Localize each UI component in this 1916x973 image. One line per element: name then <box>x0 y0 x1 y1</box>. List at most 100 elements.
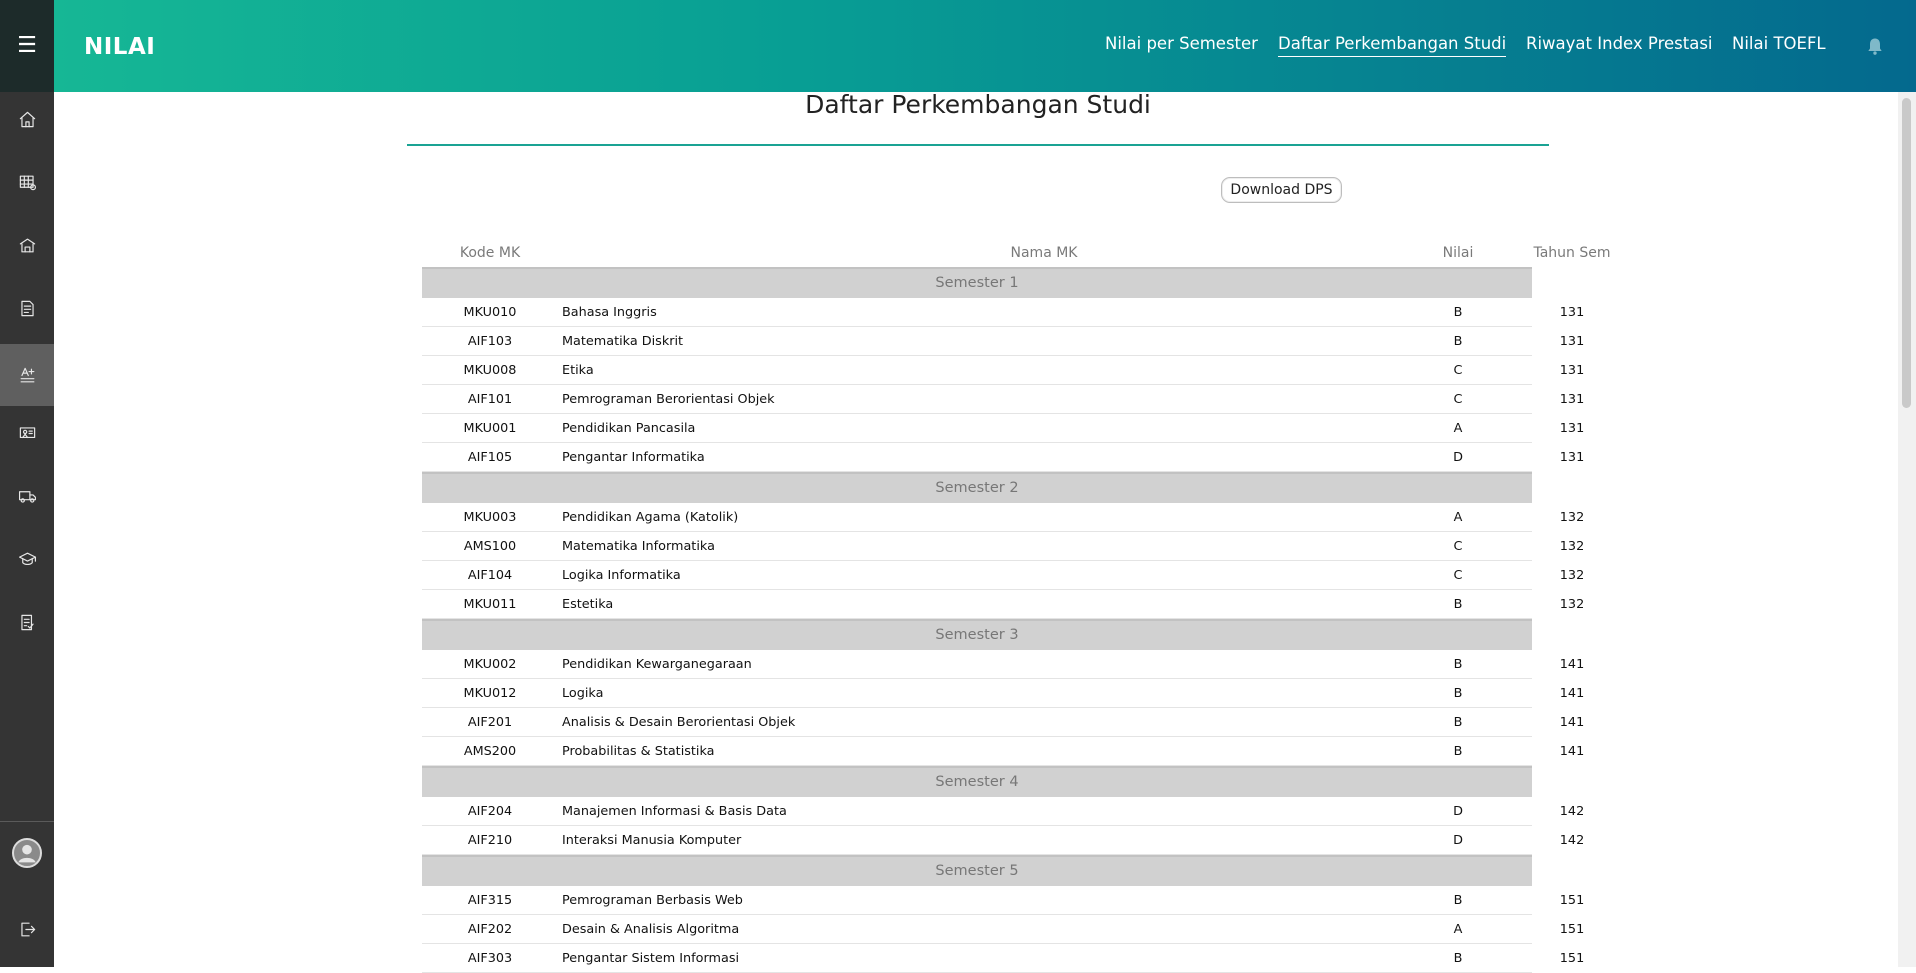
cell-nilai: B <box>1453 305 1463 320</box>
cell-tahun-sem: 142 <box>1559 804 1585 819</box>
cell-kode-mk: AIF210 <box>467 833 513 848</box>
menu-toggle-button[interactable]: ☰ <box>0 0 54 92</box>
sidebar-item-graduation[interactable] <box>0 528 54 590</box>
semester-header: Semester 2 <box>422 472 1532 503</box>
cell-kode-mk: AIF104 <box>467 568 513 583</box>
table-row: AMS200 Probabilitas & Statistika B 141 <box>422 737 1584 766</box>
cell-nilai: C <box>1453 363 1463 378</box>
user-avatar-icon <box>12 838 42 868</box>
table-row: AMS100 Matematika Informatika C 132 <box>422 532 1584 561</box>
cell-nilai: B <box>1453 951 1463 966</box>
cell-nama-mk: Pendidikan Agama (Katolik) <box>562 510 739 525</box>
scrollbar-thumb[interactable] <box>1902 98 1911 408</box>
cell-kode-mk: AIF202 <box>467 922 513 937</box>
header-nama-mk: Nama MK <box>1010 245 1078 261</box>
cell-kode-mk: MKU010 <box>463 305 517 320</box>
table-row: MKU001 Pendidikan Pancasila A 131 <box>422 414 1584 443</box>
table-row: AIF201 Analisis & Desain Berorientasi Obj… <box>422 708 1584 737</box>
sidebar-item-building[interactable] <box>0 214 54 276</box>
table-body: Semester 1 MKU010 Bahasa Inggris B 131 AIF103… <box>422 267 1584 973</box>
header-tahun-sem: Tahun Sem <box>1533 245 1611 261</box>
download-dps-button[interactable]: Download DPS <box>1221 177 1342 203</box>
table-row: AIF105 Pengantar Informatika D 131 <box>422 443 1584 472</box>
table-row: MKU012 Logika B 141 <box>422 679 1584 708</box>
schedule-grid-icon <box>19 175 36 190</box>
user-avatar-button[interactable] <box>0 821 54 885</box>
cell-nama-mk: Interaksi Manusia Komputer <box>562 833 742 848</box>
cell-kode-mk: AIF103 <box>467 334 513 349</box>
sidebar-item-grades[interactable] <box>0 344 54 406</box>
cell-kode-mk: MKU001 <box>463 421 517 436</box>
home-icon <box>19 111 35 127</box>
sidebar-item-truck[interactable] <box>0 465 54 527</box>
cell-nama-mk: Desain & Analisis Algoritma <box>562 922 740 937</box>
header-kode-mk: Kode MK <box>459 245 521 261</box>
cell-nilai: A <box>1453 421 1463 436</box>
cell-nilai: B <box>1453 715 1463 730</box>
cell-tahun-sem: 151 <box>1559 893 1585 908</box>
table-row: MKU008 Etika C 131 <box>422 356 1584 385</box>
checklist-icon <box>20 614 34 630</box>
table-row: MKU003 Pendidikan Agama (Katolik) A 132 <box>422 503 1584 532</box>
cell-nilai: C <box>1453 568 1463 583</box>
cell-kode-mk: AMS100 <box>463 539 517 554</box>
cell-kode-mk: AIF101 <box>467 392 513 407</box>
cell-kode-mk: AIF303 <box>467 951 513 966</box>
cell-nama-mk: Pemrograman Berbasis Web <box>562 893 743 908</box>
cell-nama-mk: Logika Informatika <box>562 568 681 583</box>
cell-nama-mk: Pemrograman Berorientasi Objek <box>562 392 775 407</box>
table-row: AIF101 Pemrograman Berorientasi Objek C 131 <box>422 385 1584 414</box>
table-row: AIF202 Desain & Analisis Algoritma A 151 <box>422 915 1584 944</box>
logout-button[interactable] <box>0 898 54 960</box>
table-row: AIF204 Manajemen Informasi & Basis Data D 1… <box>422 797 1584 826</box>
cell-tahun-sem: 131 <box>1559 421 1585 436</box>
sidebar-item-checklist[interactable] <box>0 591 54 653</box>
cell-tahun-sem: 132 <box>1559 539 1585 554</box>
hamburger-icon: ☰ <box>17 33 37 58</box>
cell-nilai: D <box>1453 804 1463 819</box>
nav-riwayat-index-prestasi[interactable]: Riwayat Index Prestasi <box>1526 34 1713 53</box>
nav-nilai-per-semester[interactable]: Nilai per Semester <box>1105 34 1258 53</box>
cell-nama-mk: Logika <box>562 686 604 701</box>
cell-tahun-sem: 131 <box>1559 305 1585 320</box>
grades-table: Kode MK Nama MK Nilai Tahun Sem Semester… <box>422 241 1611 973</box>
cell-nama-mk: Pengantar Sistem Informasi <box>562 951 740 966</box>
sidebar-item-schedule[interactable] <box>0 151 54 213</box>
cell-tahun-sem: 151 <box>1559 951 1585 966</box>
cell-nama-mk: Matematika Diskrit <box>562 334 684 349</box>
cell-nama-mk: Manajemen Informasi & Basis Data <box>562 804 787 819</box>
cell-nama-mk: Pengantar Informatika <box>562 450 705 465</box>
sidebar: ☰ <box>0 0 54 967</box>
graduation-cap-icon <box>18 552 36 565</box>
table-row: AIF315 Pemrograman Berbasis Web B 151 <box>422 886 1584 915</box>
cell-tahun-sem: 141 <box>1559 715 1585 730</box>
cell-nilai: D <box>1453 450 1463 465</box>
cell-nama-mk: Estetika <box>562 597 614 612</box>
cell-nilai: C <box>1453 539 1463 554</box>
cell-kode-mk: MKU012 <box>463 686 517 701</box>
notification-button[interactable] <box>1865 36 1885 56</box>
table-row: MKU002 Pendidikan Kewarganegaraan B 141 <box>422 650 1584 679</box>
cell-tahun-sem: 132 <box>1559 597 1585 612</box>
cell-tahun-sem: 131 <box>1559 334 1585 349</box>
semester-header: Semester 1 <box>422 267 1532 298</box>
cell-nilai: B <box>1453 893 1463 908</box>
sidebar-item-document[interactable] <box>0 277 54 339</box>
cell-nama-mk: Etika <box>562 363 594 378</box>
sidebar-item-presentation[interactable] <box>0 402 54 464</box>
cell-nama-mk: Probabilitas & Statistika <box>562 744 715 759</box>
table-row: AIF303 Pengantar Sistem Informasi B 151 <box>422 944 1584 973</box>
cell-tahun-sem: 132 <box>1559 568 1585 583</box>
semester-header: Semester 3 <box>422 619 1532 650</box>
presentation-icon <box>19 426 35 438</box>
cell-tahun-sem: 131 <box>1559 363 1585 378</box>
app-title: NILAI <box>84 34 156 60</box>
nav-daftar-perkembangan-studi[interactable]: Daftar Perkembangan Studi <box>1278 34 1507 57</box>
cell-kode-mk: AIF105 <box>467 450 513 465</box>
cell-kode-mk: AIF315 <box>467 893 513 908</box>
logout-icon <box>20 922 35 936</box>
nav-nilai-toefl[interactable]: Nilai TOEFL <box>1732 34 1826 53</box>
vertical-scrollbar[interactable] <box>1898 92 1916 967</box>
cell-nilai: B <box>1453 744 1463 759</box>
sidebar-item-home[interactable] <box>0 88 54 150</box>
